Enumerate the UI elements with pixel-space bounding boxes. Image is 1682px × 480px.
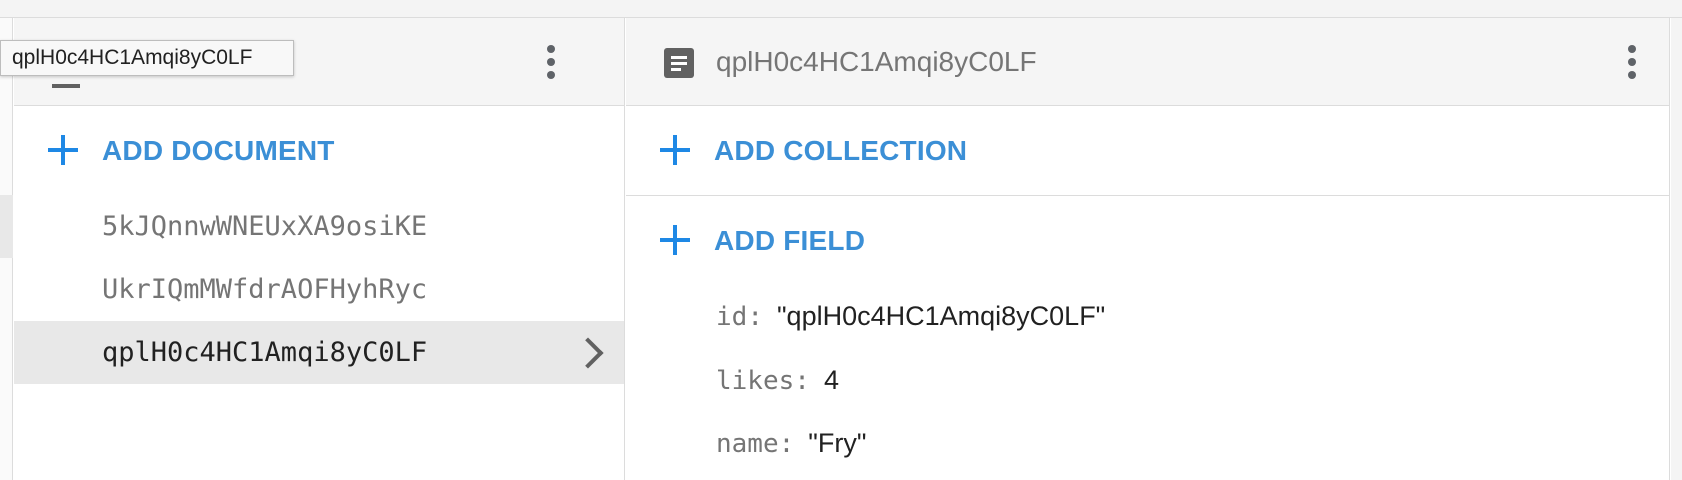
document-list-item-selected[interactable]: qplH0c4HC1Amqi8yC0LF xyxy=(14,321,624,384)
plus-icon xyxy=(658,223,692,257)
add-collection-label: ADD COLLECTION xyxy=(714,135,968,166)
documents-more-vert-icon[interactable] xyxy=(537,43,565,81)
document-icon xyxy=(664,48,694,78)
field-row[interactable]: likes: 4 xyxy=(716,360,839,400)
document-more-vert-icon[interactable] xyxy=(1618,43,1646,81)
selected-collection-highlight xyxy=(0,195,13,258)
documents-panel: ADD DOCUMENT 5kJQnnwWNEUxXA9osiKE UkrIQm… xyxy=(14,18,625,480)
document-detail-header: qplH0c4HC1Amqi8yC0LF xyxy=(626,18,1669,106)
add-collection-button[interactable]: ADD COLLECTION xyxy=(626,106,1669,196)
field-key: likes xyxy=(716,366,795,396)
document-id: 5kJQnnwWNEUxXA9osiKE xyxy=(102,211,428,242)
document-icon xyxy=(52,84,80,88)
field-colon: : xyxy=(794,366,810,396)
document-tooltip: qplH0c4HC1Amqi8yC0LF xyxy=(0,40,294,76)
field-colon: : xyxy=(778,429,795,459)
document-list-item[interactable]: UkrIQmMWfdrAOFHyhRyc xyxy=(14,258,624,321)
document-list-item[interactable]: 5kJQnnwWNEUxXA9osiKE xyxy=(14,195,624,258)
field-value: 4 xyxy=(823,365,839,395)
plus-icon xyxy=(46,133,80,167)
add-document-button[interactable]: ADD DOCUMENT xyxy=(14,106,624,196)
plus-icon xyxy=(658,133,692,167)
document-title: qplH0c4HC1Amqi8yC0LF xyxy=(716,46,1037,77)
field-key: name xyxy=(716,429,779,459)
collection-panel-edge xyxy=(0,18,13,480)
chevron-right-icon xyxy=(572,337,604,369)
document-id: qplH0c4HC1Amqi8yC0LF xyxy=(102,337,428,368)
field-row[interactable]: id: "qplH0c4HC1Amqi8yC0LF" xyxy=(716,296,1105,336)
field-colon: : xyxy=(747,302,763,332)
right-edge xyxy=(1671,18,1682,480)
document-detail-panel: qplH0c4HC1Amqi8yC0LF ADD COLLECTION ADD … xyxy=(626,18,1670,480)
add-field-label: ADD FIELD xyxy=(714,225,866,256)
field-value: "Fry" xyxy=(808,428,867,458)
field-key: id xyxy=(716,302,748,332)
add-field-button[interactable]: ADD FIELD xyxy=(626,196,1669,286)
top-bar xyxy=(0,0,1682,18)
document-id: UkrIQmMWfdrAOFHyhRyc xyxy=(102,274,428,305)
field-value: "qplH0c4HC1Amqi8yC0LF" xyxy=(776,301,1106,331)
add-document-label: ADD DOCUMENT xyxy=(102,135,335,166)
field-row[interactable]: name: "Fry" xyxy=(716,423,866,463)
